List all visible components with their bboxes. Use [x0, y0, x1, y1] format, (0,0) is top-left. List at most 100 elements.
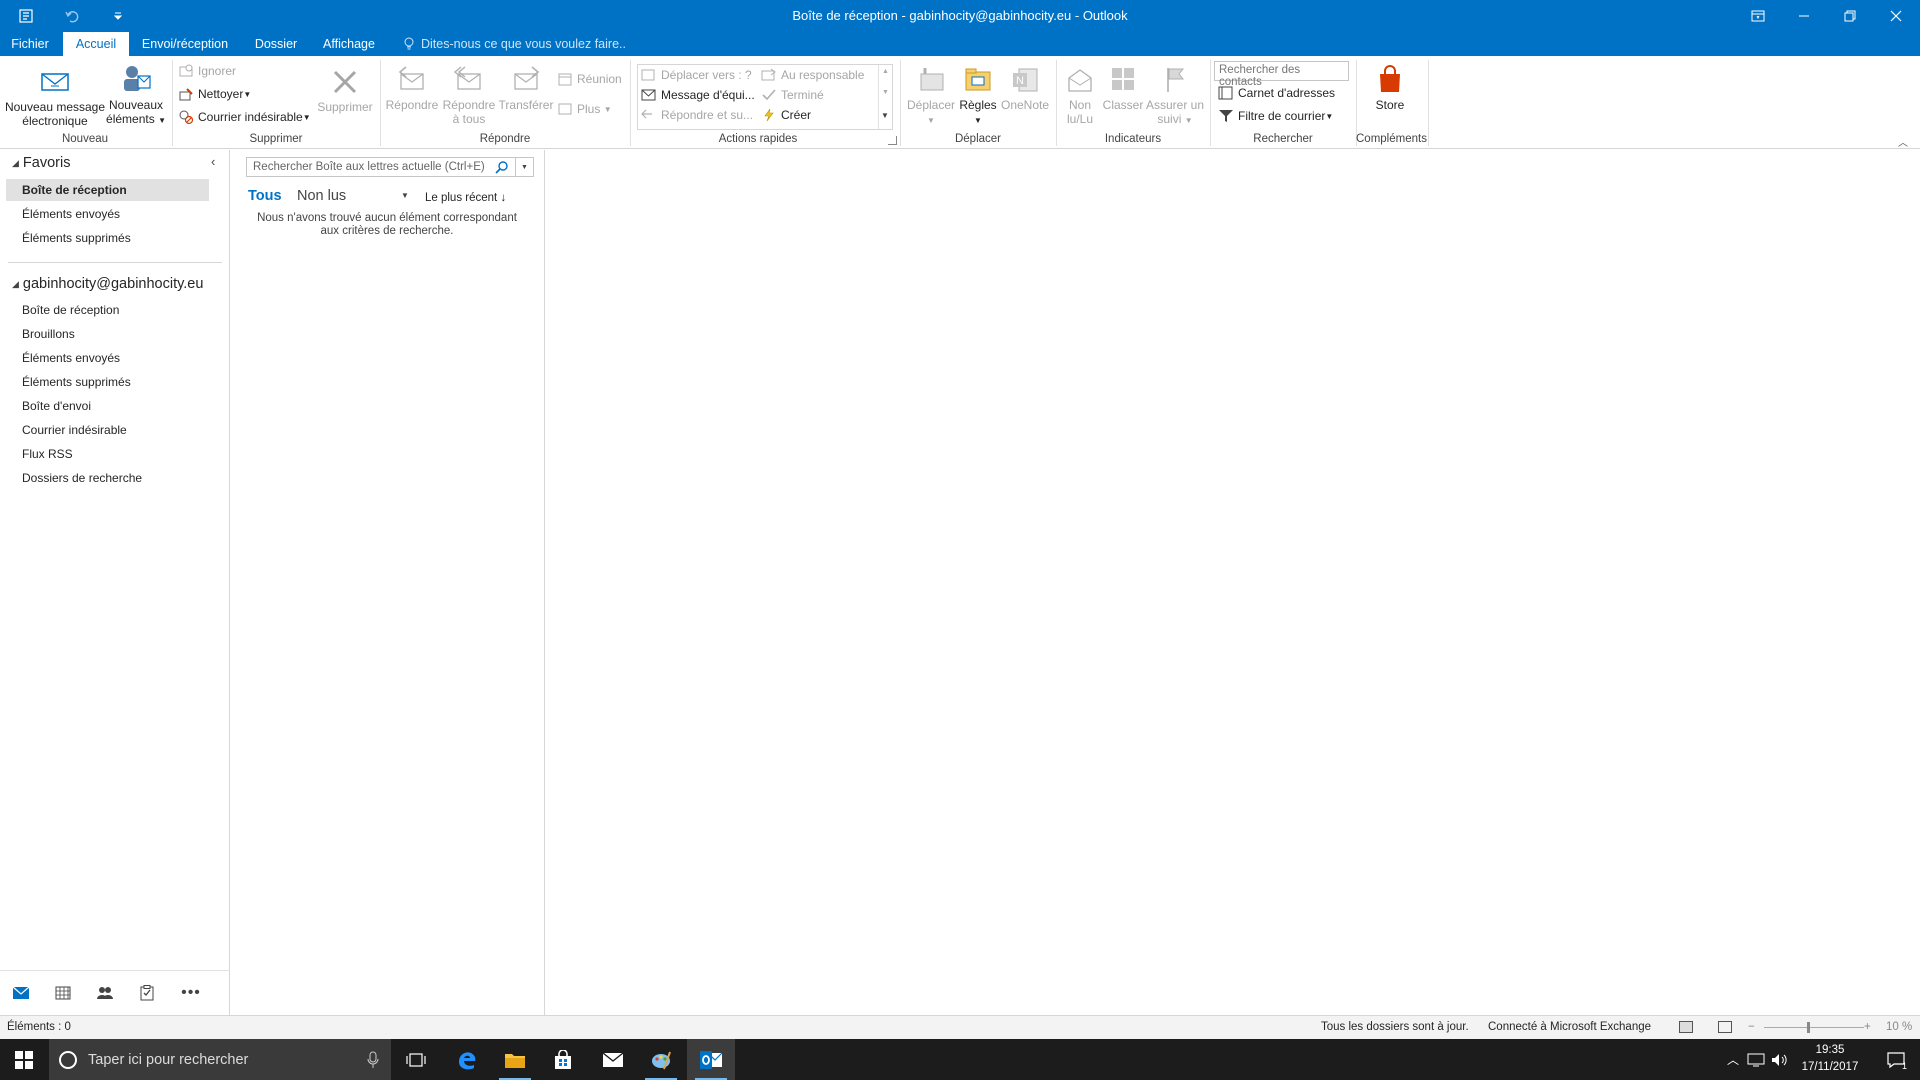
sort-by-date[interactable]: Le plus récent ↓ [425, 192, 506, 204]
app-menu-icon[interactable] [6, 0, 46, 32]
tell-me-box[interactable]: Dites-nous ce que vous voulez faire.. [403, 32, 626, 56]
group-label-supprimer: Supprimer [249, 133, 303, 145]
filter-unread[interactable]: Non lus [297, 188, 346, 204]
scroll-down-icon[interactable]: ▼ [882, 89, 889, 96]
delete-button[interactable]: Supprimer [312, 66, 378, 114]
search-people-input[interactable]: Rechercher des contacts [1214, 61, 1349, 88]
volume-icon[interactable] [1768, 1039, 1792, 1080]
categorize-button[interactable]: Classer [1100, 64, 1146, 112]
dialog-launcher-icon[interactable] [888, 136, 897, 145]
junk-button[interactable]: Courrier indésirable ▼ [178, 108, 311, 126]
favorite-deleted-items[interactable]: Éléments supprimés [22, 227, 131, 249]
favorite-sent-items[interactable]: Éléments envoyés [22, 203, 120, 225]
tab-fichier[interactable]: Fichier [0, 32, 60, 56]
search-icon[interactable] [495, 160, 509, 174]
filter-email-button[interactable]: Filtre de courrier ▼ [1218, 107, 1333, 125]
outlook-taskbar-icon[interactable] [687, 1039, 735, 1080]
collapse-pane-icon[interactable]: ‹ [211, 154, 215, 169]
mail-icon[interactable] [8, 981, 34, 1005]
quick-step-create[interactable]: Créer [761, 106, 811, 124]
gallery-scroll[interactable]: ▲ ▼ ▼ [878, 65, 892, 129]
action-center-icon[interactable]: 1 [1872, 1039, 1920, 1080]
more-respond-icon [558, 103, 572, 115]
forward-button[interactable]: Transférer [497, 64, 555, 112]
calendar-icon[interactable] [50, 981, 76, 1005]
folder-junk[interactable]: Courrier indésirable [22, 419, 127, 441]
restore-icon[interactable] [1827, 0, 1873, 32]
tab-accueil[interactable]: Accueil [63, 32, 129, 56]
reply-button[interactable]: Répondre [384, 64, 440, 112]
search-mailbox-input[interactable]: Rechercher Boîte aux lettres actuelle (C… [246, 157, 534, 177]
rules-button[interactable]: Règles ▼ [958, 64, 998, 128]
windows-start-icon[interactable] [0, 1039, 48, 1080]
folder-sent-items[interactable]: Éléments envoyés [22, 347, 120, 369]
new-email-button[interactable]: Nouveau message électronique [4, 66, 106, 128]
folder-outbox[interactable]: Boîte d'envoi [22, 395, 91, 417]
empty-message: Nous n'avons trouvé aucun élément corres… [257, 212, 517, 237]
gallery-more-icon[interactable]: ▼ [881, 111, 889, 120]
quick-step-to-manager[interactable]: Au responsable [761, 66, 864, 84]
tab-affichage[interactable]: Affichage [316, 32, 382, 56]
reading-view-icon[interactable] [1718, 1021, 1732, 1033]
favorites-header[interactable]: ◢ Favoris [12, 155, 70, 171]
reply-all-button[interactable]: Répondre à tous [440, 64, 498, 126]
collapse-ribbon-icon[interactable]: ︿ [1898, 134, 1908, 149]
filter-all[interactable]: Tous [248, 188, 282, 204]
more-respond-button[interactable]: Plus ▼ [557, 100, 612, 118]
more-dots-icon[interactable]: ••• [176, 981, 206, 1005]
store-taskbar-icon[interactable] [539, 1039, 587, 1080]
lightbulb-icon [404, 37, 414, 50]
edge-browser-icon[interactable] [443, 1039, 491, 1080]
quick-step-reply-delete[interactable]: Répondre et su... [641, 106, 753, 124]
move-button[interactable]: Déplacer ▼ [904, 64, 958, 128]
paint-app-icon[interactable] [637, 1039, 685, 1080]
people-icon[interactable] [92, 981, 118, 1005]
tab-dossier[interactable]: Dossier [250, 32, 302, 56]
zoom-out-icon[interactable]: − [1748, 1021, 1755, 1033]
folder-search-folders[interactable]: Dossiers de recherche [22, 467, 142, 489]
normal-view-icon[interactable] [1679, 1021, 1693, 1033]
onenote-button[interactable]: N OneNote [998, 64, 1052, 112]
folder-drafts[interactable]: Brouillons [22, 323, 75, 345]
network-icon[interactable] [1744, 1039, 1768, 1080]
scroll-up-icon[interactable]: ▲ [882, 68, 889, 75]
address-book-button[interactable]: Carnet d'adresses [1218, 84, 1335, 102]
search-scope-dropdown[interactable]: ▼ [515, 158, 533, 176]
customize-toolbar-icon[interactable] [98, 0, 138, 32]
task-view-icon[interactable] [392, 1039, 440, 1080]
unread-read-button[interactable]: Non lu/Lu [1062, 64, 1098, 126]
minimize-icon[interactable] [1781, 0, 1827, 32]
mail-app-icon[interactable] [589, 1039, 637, 1080]
folder-rss[interactable]: Flux RSS [22, 443, 73, 465]
zoom-slider-thumb[interactable] [1807, 1022, 1810, 1033]
ribbon-display-options-icon[interactable] [1735, 0, 1781, 32]
clean-up-button[interactable]: Nettoyer ▼ [178, 85, 251, 103]
quick-step-done[interactable]: Terminé [761, 86, 824, 104]
folder-deleted-items[interactable]: Éléments supprimés [22, 371, 131, 393]
zoom-in-icon[interactable]: + [1864, 1021, 1871, 1033]
zoom-slider[interactable] [1764, 1027, 1864, 1028]
new-items-button[interactable]: Nouveaux éléments ▼ [106, 62, 166, 128]
group-label-complements: Compléments [1356, 133, 1427, 145]
file-explorer-icon[interactable] [491, 1039, 539, 1080]
store-button[interactable]: Store [1362, 64, 1418, 112]
close-icon[interactable] [1873, 0, 1919, 32]
filter-dropdown-icon[interactable]: ▼ [401, 191, 409, 200]
microphone-icon[interactable] [367, 1051, 379, 1069]
favorite-inbox[interactable]: Boîte de réception [6, 179, 209, 201]
quick-step-move-to[interactable]: Déplacer vers : ? [641, 66, 752, 84]
chevron-down-icon: ▼ [521, 163, 528, 171]
meeting-button[interactable]: Réunion [557, 70, 622, 88]
zoom-level[interactable]: 10 % [1886, 1021, 1912, 1033]
undo-icon[interactable] [52, 0, 92, 32]
taskbar-search-box[interactable]: Taper ici pour rechercher [49, 1039, 391, 1080]
system-clock[interactable]: 19:35 17/11/2017 [1796, 1042, 1864, 1076]
show-hidden-icons-icon[interactable]: ︿ [1722, 1039, 1744, 1080]
tasks-icon[interactable] [134, 981, 160, 1005]
tab-envoi-reception[interactable]: Envoi/réception [135, 32, 235, 56]
account-header[interactable]: ◢ gabinhocity@gabinhocity.eu [12, 276, 203, 292]
quick-step-team-email[interactable]: Message d'équi... [641, 86, 755, 104]
folder-inbox[interactable]: Boîte de réception [22, 299, 119, 321]
follow-up-button[interactable]: Assurer un suivi ▼ [1144, 64, 1206, 128]
ignore-button[interactable]: Ignorer [178, 62, 236, 80]
